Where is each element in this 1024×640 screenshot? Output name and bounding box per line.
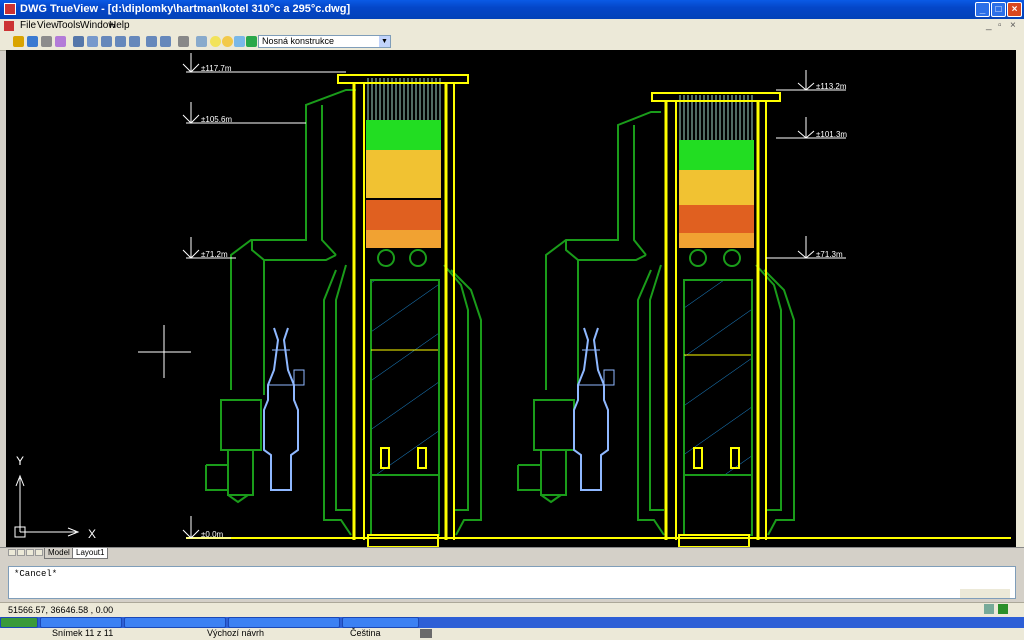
crosshair-cursor [138, 325, 191, 378]
doc-restore-icon[interactable]: ▫ [998, 20, 1002, 31]
tab-model[interactable]: Model [44, 548, 74, 559]
doc-minimize-icon[interactable]: _ [986, 20, 992, 31]
zoom-in-icon[interactable] [146, 36, 157, 47]
zoom-realtime-icon[interactable] [87, 36, 98, 47]
pan-icon[interactable] [73, 36, 84, 47]
design-name: Výchozí návrh [207, 628, 265, 638]
last-tab-icon[interactable] [35, 549, 43, 556]
tray-icon[interactable] [998, 604, 1008, 614]
level-label: ±101.3m [816, 130, 847, 139]
zoom-window-icon[interactable] [101, 36, 112, 47]
drawing-canvas[interactable]: ±117.7m ±105.6m ±71.2m ±0.0m ±113.2m ±10… [6, 50, 1016, 547]
plot-preview-icon[interactable] [55, 36, 66, 47]
title-bar: DWG TrueView - [d:\diplomky\hartman\kote… [0, 0, 1024, 19]
close-button[interactable]: × [1007, 2, 1022, 17]
tab-layout1[interactable]: Layout1 [72, 548, 109, 559]
properties-icon[interactable] [178, 36, 189, 47]
first-tab-icon[interactable] [8, 549, 16, 556]
taskbar-item[interactable] [228, 617, 340, 628]
right-boiler [517, 92, 795, 547]
layout-tabs-bar [0, 547, 1024, 559]
level-label: ±105.6m [201, 115, 232, 124]
open-icon[interactable] [13, 36, 24, 47]
layer-manager-icon[interactable] [196, 36, 207, 47]
sun-icon[interactable] [222, 36, 233, 47]
level-label: ±113.2m [816, 82, 847, 91]
print-icon[interactable] [41, 36, 52, 47]
start-button[interactable] [0, 617, 38, 628]
window-title: DWG TrueView - [d:\diplomky\hartman\kote… [20, 3, 351, 15]
level-label: ±117.7m [201, 64, 232, 73]
slide-counter: Snímek 11 z 11 [52, 628, 114, 638]
level-label: ±0.0m [201, 530, 224, 539]
chevron-down-icon[interactable]: ▼ [379, 36, 390, 47]
layer-value: Nosná konstrukce [262, 36, 335, 46]
status-bar: 51566.57, 36646.58 , 0.00 [0, 602, 1024, 617]
zoom-previous-icon[interactable] [129, 36, 140, 47]
tray-icon[interactable] [984, 604, 994, 614]
menu-bar: File View Tools Window Help _ ▫ × [0, 19, 1024, 33]
language-indicator: Čeština [350, 628, 381, 638]
command-window[interactable]: *Cancel* [8, 566, 1016, 599]
right-level-markers [766, 70, 846, 259]
command-history: *Cancel* [14, 569, 58, 579]
lightbulb-icon[interactable] [210, 36, 221, 47]
level-label: ±71.3m [816, 250, 843, 259]
level-label: ±71.2m [201, 250, 228, 259]
coordinate-readout: 51566.57, 36646.58 , 0.00 [8, 605, 114, 615]
document-icon[interactable] [4, 21, 14, 31]
ucs-y-label: Y [16, 454, 24, 468]
next-tab-icon[interactable] [26, 549, 34, 556]
layer-dropdown[interactable]: Nosná konstrukce ▼ [258, 35, 391, 48]
taskbar-item[interactable] [124, 617, 226, 628]
toolbar [0, 33, 1024, 51]
taskbar-item[interactable] [40, 617, 122, 628]
layer-lock-icon[interactable] [234, 36, 245, 47]
boiler-drawing: ±117.7m ±105.6m ±71.2m ±0.0m ±113.2m ±10… [14, 53, 1011, 547]
layer-color-icon[interactable] [246, 36, 257, 47]
ucs-x-label: X [88, 527, 96, 541]
maximize-button[interactable]: □ [991, 2, 1006, 17]
zoom-out-icon[interactable] [160, 36, 171, 47]
taskbar-item[interactable] [342, 617, 419, 628]
keyboard-icon[interactable] [420, 629, 432, 638]
menu-file[interactable]: File [20, 20, 36, 31]
left-boiler [205, 74, 482, 547]
save-icon[interactable] [27, 36, 38, 47]
app-icon[interactable] [4, 3, 16, 15]
minimize-button[interactable]: _ [975, 2, 990, 17]
presentation-status-bar: Snímek 11 z 11 Výchozí návrh Čeština [0, 628, 1024, 640]
zoom-extents-icon[interactable] [115, 36, 126, 47]
ucs-icon [14, 474, 80, 538]
menu-tools[interactable]: Tools [57, 20, 80, 31]
doc-close-icon[interactable]: × [1010, 20, 1016, 31]
command-scrollbar[interactable] [960, 589, 1010, 598]
menu-help[interactable]: Help [109, 20, 130, 31]
prev-tab-icon[interactable] [17, 549, 25, 556]
vertical-scrollbar[interactable] [1016, 50, 1024, 547]
menu-view[interactable]: View [37, 20, 59, 31]
